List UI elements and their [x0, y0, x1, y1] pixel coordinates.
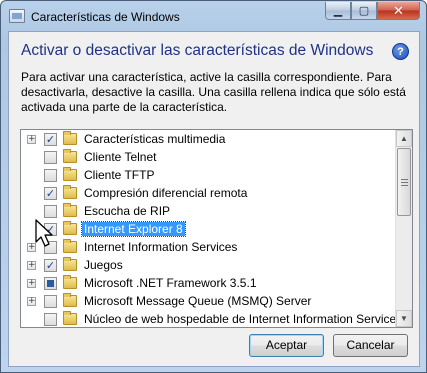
feature-row[interactable]: + ✓ Características multimedia: [21, 130, 395, 148]
help-icon[interactable]: ?: [392, 43, 409, 60]
feature-label[interactable]: Cliente Telnet: [82, 150, 159, 164]
features-dialog: Características de Windows ▁ ▢ ✕ Activar…: [0, 0, 427, 373]
feature-row[interactable]: + Microsoft Message Queue (MSMQ) Server: [21, 292, 395, 310]
feature-label[interactable]: Microsoft Message Queue (MSMQ) Server: [82, 294, 313, 308]
feature-label[interactable]: Características multimedia: [82, 132, 227, 146]
folder-icon: [63, 131, 77, 145]
feature-row[interactable]: + ✓ Juegos: [21, 256, 395, 274]
page-title: Activar o desactivar las características…: [21, 42, 374, 59]
window-title: Características de Windows: [31, 10, 180, 24]
dialog-content: Activar o desactivar las características…: [8, 31, 420, 367]
expand-icon[interactable]: +: [27, 135, 36, 144]
scroll-thumb[interactable]: [397, 148, 411, 216]
feature-checkbox[interactable]: ✓: [44, 259, 57, 272]
ok-button[interactable]: Aceptar: [249, 334, 324, 357]
folder-icon: [63, 275, 77, 289]
feature-checkbox[interactable]: [44, 313, 57, 326]
folder-icon: [63, 239, 77, 253]
window-icon: [9, 9, 25, 23]
feature-checkbox[interactable]: [44, 277, 57, 290]
thumb-grip-icon: [401, 179, 408, 186]
folder-icon: [63, 185, 77, 199]
feature-row[interactable]: ✓ Compresión diferencial remota: [21, 184, 395, 202]
feature-row[interactable]: ✓ Internet Explorer 8: [21, 220, 395, 238]
expand-icon[interactable]: +: [27, 261, 36, 270]
feature-checkbox[interactable]: [44, 151, 57, 164]
expand-icon[interactable]: +: [27, 297, 36, 306]
folder-icon: [63, 203, 77, 217]
expand-icon[interactable]: +: [27, 279, 36, 288]
feature-checkbox[interactable]: [44, 295, 57, 308]
feature-label[interactable]: Compresión diferencial remota: [82, 186, 249, 200]
feature-row[interactable]: Núcleo de web hospedable de Internet Inf…: [21, 310, 402, 327]
features-list: + ✓ Características multimedia Cliente Teln…: [21, 130, 402, 327]
feature-row[interactable]: Cliente TFTP: [21, 166, 395, 184]
folder-icon: [63, 221, 77, 235]
folder-icon: [63, 311, 77, 325]
title-bar[interactable]: Características de Windows ▁ ▢ ✕: [1, 1, 426, 31]
folder-icon: [63, 149, 77, 163]
feature-row[interactable]: Escucha de RIP: [21, 202, 395, 220]
feature-label[interactable]: Escucha de RIP: [82, 204, 172, 218]
minimize-button[interactable]: ▁: [325, 2, 351, 20]
folder-icon: [63, 257, 77, 271]
feature-checkbox[interactable]: [44, 169, 57, 182]
scroll-down-button[interactable]: ▼: [396, 310, 412, 327]
feature-label[interactable]: Cliente TFTP: [82, 168, 156, 182]
maximize-button[interactable]: ▢: [351, 2, 377, 20]
heading-row: Activar o desactivar las características…: [21, 42, 409, 62]
feature-row[interactable]: Cliente Telnet: [21, 148, 395, 166]
feature-row[interactable]: + Internet Information Services: [21, 238, 395, 256]
vertical-scrollbar[interactable]: ▲ ▼: [395, 130, 412, 327]
feature-checkbox[interactable]: ✓: [44, 187, 57, 200]
feature-label[interactable]: Juegos: [82, 258, 125, 272]
feature-checkbox[interactable]: ✓: [44, 133, 57, 146]
scroll-up-button[interactable]: ▲: [396, 130, 412, 147]
cancel-button[interactable]: Cancelar: [333, 334, 408, 357]
feature-label[interactable]: Internet Explorer 8: [81, 221, 186, 237]
folder-icon: [63, 167, 77, 181]
feature-label[interactable]: Internet Information Services: [82, 240, 239, 254]
instructions-text: Para activar una característica, active …: [21, 70, 406, 114]
caption-buttons: ▁ ▢ ✕: [325, 2, 420, 20]
features-tree[interactable]: + ✓ Características multimedia Cliente Teln…: [20, 129, 413, 328]
close-button[interactable]: ✕: [377, 2, 420, 20]
feature-checkbox[interactable]: [44, 205, 57, 218]
feature-label[interactable]: Microsoft .NET Framework 3.5.1: [82, 276, 259, 290]
feature-row[interactable]: + Microsoft .NET Framework 3.5.1: [21, 274, 395, 292]
mouse-pointer-icon: [35, 219, 53, 247]
folder-icon: [63, 293, 77, 307]
feature-label[interactable]: Núcleo de web hospedable de Internet Inf…: [82, 312, 404, 326]
